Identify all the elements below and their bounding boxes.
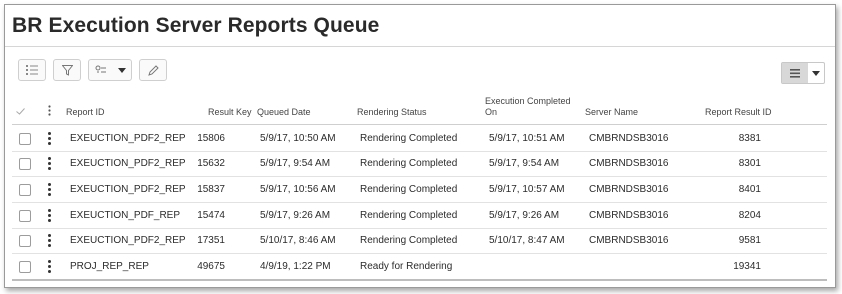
table-row[interactable]: EXEUCTION_PDF_REP 15474 5/9/17, 9:26 AM Ren…	[12, 203, 827, 229]
cell-rendering-status: Rendering Completed	[360, 210, 458, 221]
cell-report-id: EXEUCTION_PDF_REP	[70, 210, 181, 221]
cell-server-name: CMBRNDSB3016	[589, 210, 669, 221]
group-by-button[interactable]	[88, 59, 132, 81]
page-title: BR Execution Server Reports Queue	[12, 14, 380, 37]
cell-rendering-status: Ready for Rendering	[360, 261, 453, 272]
table-bottom-border	[12, 279, 827, 281]
cell-queued-date: 4/9/19, 1:22 PM	[260, 261, 331, 272]
cell-queued-date: 5/10/17, 8:46 AM	[260, 235, 336, 246]
table-header: Report ID Result Key Queued Date Renderi…	[12, 91, 827, 125]
col-server-name[interactable]: Server Name	[585, 107, 638, 118]
cell-queued-date: 5/9/17, 9:54 AM	[260, 158, 331, 169]
cell-result-key: 15806	[197, 133, 225, 144]
list-view-button[interactable]	[18, 59, 46, 81]
table-row[interactable]: EXEUCTION_PDF2_REP 17351 5/10/17, 8:46 AM R…	[12, 228, 827, 254]
col-result-key[interactable]: Result Key	[208, 107, 252, 118]
cell-result-key: 15632	[197, 158, 225, 169]
cell-report-result-id: 8401	[738, 184, 761, 195]
table-row[interactable]: EXEUCTION_PDF2_REP 15632 5/9/17, 9:54 AM Re…	[12, 151, 827, 177]
view-toggle-button[interactable]	[781, 62, 825, 84]
row-kebab-icon[interactable]	[48, 260, 52, 274]
cell-server-name: CMBRNDSB3016	[589, 133, 669, 144]
cell-report-result-id: 19341	[733, 261, 761, 272]
col-execution-completed-on[interactable]: Execution Completed On	[485, 96, 575, 118]
cell-result-key: 15474	[197, 210, 225, 221]
row-checkbox[interactable]	[19, 210, 31, 222]
row-checkbox[interactable]	[19, 184, 31, 196]
row-checkbox[interactable]	[19, 158, 31, 170]
row-kebab-icon[interactable]	[48, 157, 52, 171]
cell-execution-completed-on: 5/9/17, 10:57 AM	[489, 184, 565, 195]
filter-icon	[61, 64, 73, 76]
row-kebab-icon[interactable]	[48, 132, 52, 146]
row-checkbox[interactable]	[19, 261, 31, 273]
filter-button[interactable]	[53, 59, 81, 81]
chevron-down-icon	[117, 67, 126, 73]
reports-queue-panel: BR Execution Server Reports Queue Report…	[4, 4, 836, 288]
row-kebab-icon[interactable]	[48, 209, 52, 223]
cell-report-result-id: 8301	[738, 158, 761, 169]
list-icon	[26, 65, 38, 75]
cell-report-id: PROJ_REP_REP	[70, 261, 149, 272]
table-row[interactable]: PROJ_REP_REP 49675 4/9/19, 1:22 PM Ready fo…	[12, 254, 827, 280]
col-report-result-id[interactable]: Report Result ID	[705, 107, 772, 118]
cell-execution-completed-on: 5/9/17, 9:54 AM	[489, 158, 560, 169]
cell-rendering-status: Rendering Completed	[360, 235, 458, 246]
cell-report-result-id: 8381	[738, 133, 761, 144]
cell-rendering-status: Rendering Completed	[360, 158, 458, 169]
col-rendering-status[interactable]: Rendering Status	[357, 107, 427, 118]
group-icon	[95, 65, 106, 73]
cell-queued-date: 5/9/17, 9:26 AM	[260, 210, 331, 221]
cell-rendering-status: Rendering Completed	[360, 133, 458, 144]
cell-report-result-id: 8204	[738, 210, 761, 221]
cell-server-name: CMBRNDSB3016	[589, 158, 669, 169]
cell-report-result-id: 9581	[738, 235, 761, 246]
cell-result-key: 17351	[197, 235, 225, 246]
cell-server-name: CMBRNDSB3016	[589, 235, 669, 246]
col-report-id[interactable]: Report ID	[66, 107, 105, 118]
row-checkbox[interactable]	[19, 133, 31, 145]
cell-result-key: 49675	[197, 261, 225, 272]
row-checkbox[interactable]	[19, 235, 31, 247]
table-row[interactable]: EXEUCTION_PDF2_REP 15837 5/9/17, 10:56 AM R…	[12, 177, 827, 203]
row-kebab-icon[interactable]	[48, 234, 52, 248]
view-dropdown-chevron-icon[interactable]	[808, 63, 824, 83]
title-divider	[5, 46, 835, 47]
edit-button[interactable]	[139, 59, 167, 81]
cell-queued-date: 5/9/17, 10:56 AM	[260, 184, 336, 195]
cell-execution-completed-on: 5/9/17, 10:51 AM	[489, 133, 565, 144]
cell-result-key: 15837	[197, 184, 225, 195]
cell-execution-completed-on: 5/10/17, 8:47 AM	[489, 235, 565, 246]
row-kebab-icon[interactable]	[48, 183, 52, 197]
edit-icon	[147, 64, 159, 76]
cell-server-name: CMBRNDSB3016	[589, 184, 669, 195]
cell-execution-completed-on: 5/9/17, 9:26 AM	[489, 210, 560, 221]
grid-view-icon[interactable]	[782, 63, 808, 83]
col-queued-date[interactable]: Queued Date	[257, 107, 311, 118]
header-kebab-icon[interactable]	[48, 105, 51, 119]
cell-queued-date: 5/9/17, 10:50 AM	[260, 133, 336, 144]
table-row[interactable]: EXEUCTION_PDF2_REP 15806 5/9/17, 10:50 AM R…	[12, 126, 827, 152]
cell-rendering-status: Rendering Completed	[360, 184, 458, 195]
select-all-check-icon[interactable]	[16, 107, 25, 118]
